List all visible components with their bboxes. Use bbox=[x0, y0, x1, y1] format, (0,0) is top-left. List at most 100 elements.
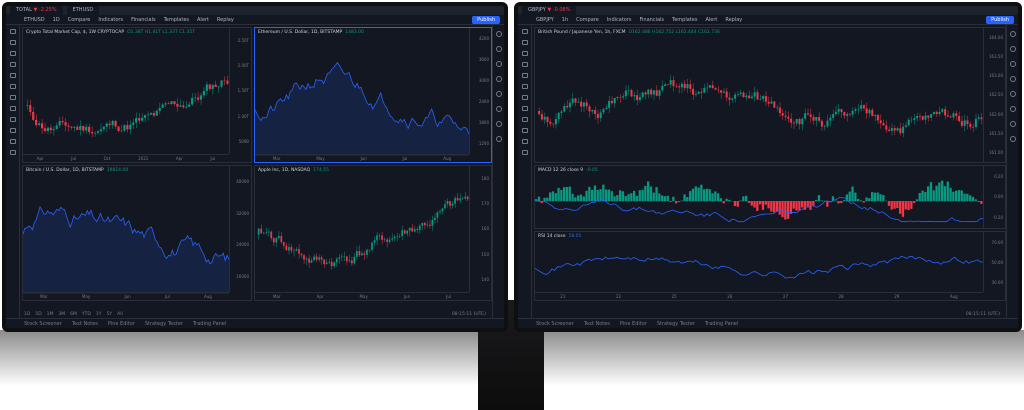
notifications-icon[interactable] bbox=[1009, 136, 1016, 142]
tab-total[interactable]: TOTAL ▼ -2.25% bbox=[10, 6, 63, 15]
chart-pane-eth[interactable]: Ethereum / U.S. Dollar, 1D, BITSTAMP 1483… bbox=[254, 27, 492, 163]
notifications-icon[interactable] bbox=[495, 136, 502, 142]
chat-icon[interactable] bbox=[495, 121, 502, 127]
candle-body bbox=[403, 230, 406, 234]
trendline-icon[interactable] bbox=[9, 40, 16, 45]
trash-icon[interactable] bbox=[521, 150, 528, 155]
chart-pane-aapl[interactable]: Apple Inc, 1D, NASDAQ 174.55 180 170 160 150… bbox=[254, 165, 492, 301]
chart-pane-total[interactable]: Crypto Total Market Cap, $, 1W CRYPTOCAP… bbox=[22, 27, 252, 163]
eye-icon[interactable] bbox=[9, 139, 16, 144]
brush-icon[interactable] bbox=[9, 62, 16, 67]
indicators-button[interactable]: Indicators bbox=[607, 17, 632, 23]
tab-trading-panel[interactable]: Trading Panel bbox=[705, 321, 738, 327]
candle-body bbox=[345, 256, 348, 262]
tab-text-notes[interactable]: Text Notes bbox=[72, 321, 98, 327]
chart-pane-btc[interactable]: Bitcoin / U.S. Dollar, 1D, BITSTAMP 19814… bbox=[22, 165, 252, 301]
crosshair-icon[interactable] bbox=[521, 29, 528, 34]
macd-bar bbox=[543, 197, 546, 202]
hotlist-icon[interactable] bbox=[495, 76, 502, 82]
candle-body bbox=[731, 98, 734, 100]
alert-button[interactable]: Alert bbox=[197, 17, 209, 23]
range-5d[interactable]: 5D bbox=[35, 312, 41, 317]
watchlist-icon[interactable] bbox=[495, 31, 502, 37]
magnet-icon[interactable] bbox=[521, 117, 528, 122]
range-1y[interactable]: 1Y bbox=[96, 312, 102, 317]
magnet-icon[interactable] bbox=[9, 117, 16, 122]
chart-pane-gbpjpy[interactable]: British Pound / Japanese Yen, 1h, FXCM O1… bbox=[534, 27, 1006, 163]
publish-button[interactable]: Publish bbox=[472, 15, 500, 24]
symbol-search[interactable]: ETHUSD bbox=[24, 17, 45, 23]
zoom-icon[interactable] bbox=[521, 106, 528, 111]
templates-button[interactable]: Templates bbox=[672, 17, 697, 23]
macd-pane[interactable]: MACD 12 26 close 9 -0.05 0.20 0.00 -0.20 bbox=[534, 165, 1006, 229]
replay-button[interactable]: Replay bbox=[217, 17, 234, 23]
indicators-button[interactable]: Indicators bbox=[98, 17, 123, 23]
macd-bar bbox=[745, 195, 748, 202]
text-icon[interactable] bbox=[9, 73, 16, 78]
price-axis: 0.20 0.00 -0.20 bbox=[983, 166, 1005, 228]
zoom-icon[interactable] bbox=[9, 106, 16, 111]
alerts-icon[interactable] bbox=[1009, 46, 1016, 52]
alerts-icon[interactable] bbox=[495, 46, 502, 52]
eye-icon[interactable] bbox=[521, 139, 528, 144]
tab-pine-editor[interactable]: Pine Editor bbox=[108, 321, 135, 327]
macd-histogram bbox=[535, 180, 983, 223]
compare-button[interactable]: Compare bbox=[576, 17, 599, 23]
range-5y[interactable]: 5Y bbox=[107, 312, 113, 317]
tab-trading-panel[interactable]: Trading Panel bbox=[193, 321, 226, 327]
measure-icon[interactable] bbox=[9, 95, 16, 100]
hotlist-icon[interactable] bbox=[1009, 76, 1016, 82]
candle-body bbox=[411, 227, 414, 232]
financials-button[interactable]: Financials bbox=[131, 17, 156, 23]
financials-button[interactable]: Financials bbox=[640, 17, 665, 23]
chat-icon[interactable] bbox=[1009, 121, 1016, 127]
tab-gbpjpy[interactable]: GBPJPY ▼ -0.08% bbox=[522, 6, 577, 15]
tab-stock-screener[interactable]: Stock Screener bbox=[24, 321, 62, 327]
tab-strategy-tester[interactable]: Strategy Tester bbox=[657, 321, 695, 327]
tab-ethusd[interactable]: ETHUSD bbox=[66, 6, 100, 15]
symbol-search[interactable]: GBPJPY bbox=[536, 17, 554, 23]
pattern-icon[interactable] bbox=[521, 84, 528, 89]
range-ytd[interactable]: YTD bbox=[82, 312, 91, 317]
price-axis: 4200 3600 3000 2400 1800 1200 bbox=[469, 28, 491, 154]
interval-button[interactable]: 1h bbox=[562, 17, 568, 23]
range-6m[interactable]: 6M bbox=[70, 312, 77, 317]
publish-button[interactable]: Publish bbox=[986, 15, 1014, 24]
measure-icon[interactable] bbox=[521, 95, 528, 100]
tab-text-notes[interactable]: Text Notes bbox=[584, 321, 610, 327]
calendar-icon[interactable] bbox=[1009, 91, 1016, 97]
ideas-icon[interactable] bbox=[495, 106, 502, 112]
trendline-icon[interactable] bbox=[521, 40, 528, 45]
candle-body bbox=[32, 111, 35, 120]
data-window-icon[interactable] bbox=[495, 61, 502, 67]
data-window-icon[interactable] bbox=[1009, 61, 1016, 67]
replay-button[interactable]: Replay bbox=[725, 17, 742, 23]
text-icon[interactable] bbox=[521, 73, 528, 78]
trash-icon[interactable] bbox=[9, 150, 16, 155]
compare-button[interactable]: Compare bbox=[68, 17, 91, 23]
fib-icon[interactable] bbox=[521, 51, 528, 56]
calendar-icon[interactable] bbox=[495, 91, 502, 97]
candle-body bbox=[787, 116, 790, 119]
tab-strategy-tester[interactable]: Strategy Tester bbox=[145, 321, 183, 327]
lock-icon[interactable] bbox=[9, 128, 16, 133]
lock-icon[interactable] bbox=[521, 128, 528, 133]
templates-button[interactable]: Templates bbox=[164, 17, 189, 23]
tab-pine-editor[interactable]: Pine Editor bbox=[620, 321, 647, 327]
range-all[interactable]: All bbox=[117, 312, 123, 317]
tab-stock-screener[interactable]: Stock Screener bbox=[536, 321, 574, 327]
fib-icon[interactable] bbox=[9, 51, 16, 56]
interval-button[interactable]: 1D bbox=[53, 17, 60, 23]
crosshair-icon[interactable] bbox=[9, 29, 16, 34]
pattern-icon[interactable] bbox=[9, 84, 16, 89]
brush-icon[interactable] bbox=[521, 62, 528, 67]
ideas-icon[interactable] bbox=[1009, 106, 1016, 112]
macd-bar bbox=[574, 197, 577, 202]
range-1m[interactable]: 1M bbox=[47, 312, 54, 317]
macd-bar bbox=[941, 180, 944, 202]
watchlist-icon[interactable] bbox=[1009, 31, 1016, 37]
range-3m[interactable]: 3M bbox=[58, 312, 65, 317]
alert-button[interactable]: Alert bbox=[705, 17, 717, 23]
range-1d[interactable]: 1D bbox=[24, 312, 30, 317]
rsi-pane[interactable]: RSI 14 close 58.05 70.00 50.00 30.00 21 22 25… bbox=[534, 231, 1006, 301]
